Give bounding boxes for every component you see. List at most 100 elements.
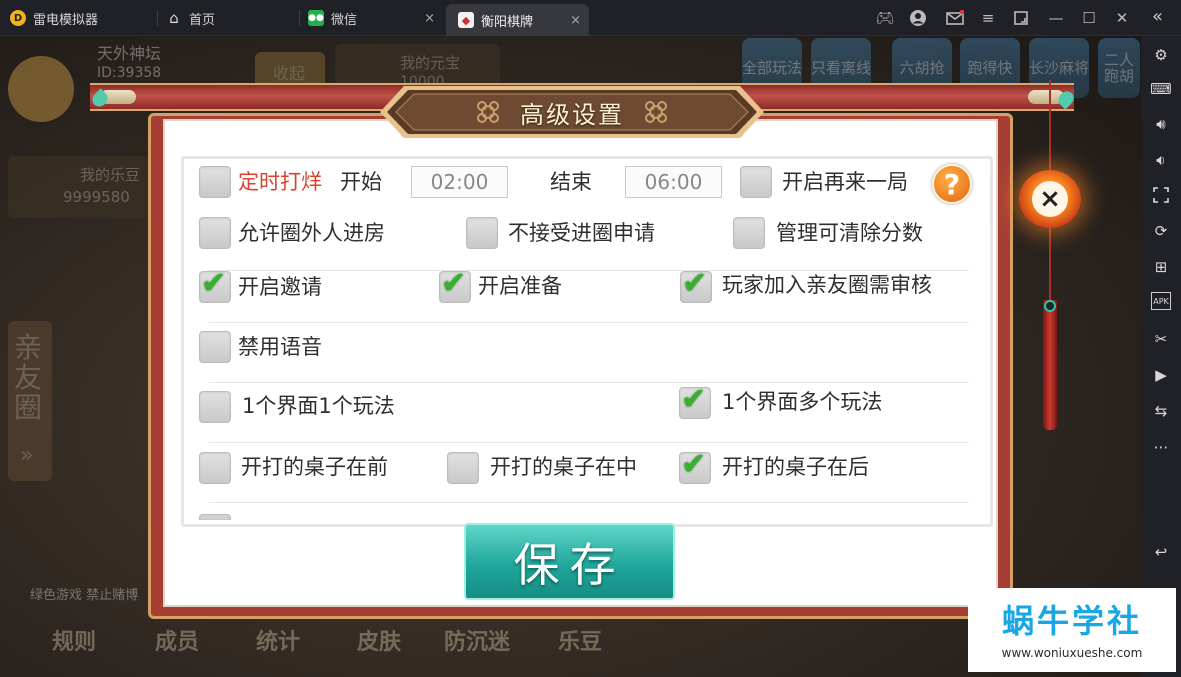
review-checkbox[interactable]: ✔ [680, 266, 712, 303]
single-mode-checkbox[interactable] [199, 391, 231, 423]
checkmark-icon: ✔ [681, 382, 707, 417]
multi-mode-checkbox[interactable]: ✔ [679, 382, 711, 419]
gamepad-icon[interactable]: 🎮︎ [875, 8, 895, 28]
divider [209, 382, 969, 383]
ledou-panel: 我的乐豆 9999580 [8, 156, 148, 218]
nav-anti-addiction: 防沉迷 [444, 630, 511, 655]
apk-icon[interactable]: APK [1151, 292, 1171, 310]
save-button[interactable]: 保存 [464, 523, 675, 600]
invite-checkbox[interactable]: ✔ [199, 266, 231, 303]
tab-label: 衡阳棋牌 [481, 14, 534, 30]
dialog-title: 高级设置 [520, 100, 624, 129]
replay-label: 开启再来一局 [782, 170, 908, 194]
close-tab-icon[interactable]: × [570, 13, 581, 28]
table-front-checkbox[interactable] [199, 452, 231, 484]
table-back-checkbox[interactable]: ✔ [679, 447, 711, 484]
tab-label: 首页 [189, 12, 216, 28]
close-tab-icon[interactable]: × [424, 11, 435, 26]
volume-up-icon[interactable]: 🔊︎ [1150, 113, 1172, 135]
lantern-tassel [1043, 300, 1057, 430]
resize-icon[interactable] [1011, 8, 1031, 28]
tab-hengyang-qipai[interactable]: ◆ 衡阳棋牌 × [446, 4, 589, 36]
multi-mode-label: 1个界面多个玩法 [722, 390, 883, 414]
start-time-input[interactable]: 02:00 [411, 166, 508, 198]
emulator-brand[interactable]: D 雷电模拟器 [10, 0, 160, 36]
timed-close-label: 定时打烊 [238, 170, 322, 194]
screenshot-icon[interactable] [1150, 184, 1172, 206]
mail-icon[interactable] [945, 8, 965, 28]
home-icon: ⌂ [169, 9, 179, 27]
tab-divider [299, 10, 300, 26]
divider [209, 322, 969, 323]
help-icon[interactable]: ? [932, 164, 972, 204]
outside-join-label: 允许圈外人进房 [238, 221, 385, 245]
video-icon[interactable]: ▶ [1150, 364, 1172, 386]
nav-rules: 规则 [52, 630, 97, 655]
keyboard-icon[interactable]: ⌨ [1150, 78, 1172, 100]
partial-checkbox[interactable] [199, 514, 231, 520]
nav-members: 成员 [155, 630, 200, 655]
nav-ledou: 乐豆 [558, 630, 603, 655]
scissors-icon[interactable]: ✂ [1150, 328, 1172, 350]
table-back-label: 开打的桌子在后 [722, 455, 869, 479]
mute-voice-checkbox[interactable] [199, 331, 231, 363]
no-apply-checkbox[interactable] [466, 217, 498, 249]
nav-stats: 统计 [256, 630, 301, 655]
single-mode-label: 1个界面1个玩法 [242, 394, 395, 418]
mute-voice-label: 禁用语音 [238, 335, 322, 359]
divider [209, 442, 969, 443]
review-label: 玩家加入亲友圈需审核 [722, 273, 932, 297]
outside-join-checkbox[interactable] [199, 217, 231, 249]
watermark-url: www.woniuxueshe.com [1001, 646, 1143, 660]
menu-icon[interactable]: ≡ [978, 8, 998, 28]
emulator-sidebar: ⚙ ⌨ 🔊︎ 🔉︎ ⟳ ⊞ APK ✂ ▶ ⇆ ⋯ ↩ [1141, 36, 1181, 677]
close-window-icon[interactable]: ✕ [1112, 8, 1132, 28]
checkmark-icon: ✔ [441, 266, 467, 301]
ready-label: 开启准备 [478, 274, 562, 298]
tab-wechat[interactable]: ●● 微信 × [308, 0, 443, 36]
filter-tab-4: 二人跑胡 [1098, 38, 1140, 98]
watermark: 蜗牛学社 www.woniuxueshe.com [968, 588, 1176, 672]
tab-home[interactable]: ⌂ 首页 [166, 0, 296, 36]
more-icon[interactable]: ⋯ [1150, 436, 1172, 458]
tab-label: 微信 [331, 12, 358, 28]
invite-label: 开启邀请 [238, 275, 322, 299]
leidian-logo-icon: D [10, 10, 26, 26]
close-icon: × [1032, 181, 1068, 217]
wechat-icon: ●● [308, 10, 324, 26]
timed-close-checkbox[interactable] [199, 166, 231, 198]
replay-checkbox[interactable] [740, 166, 772, 198]
table-middle-label: 开打的桌子在中 [490, 455, 637, 479]
admin-clear-label: 管理可清除分数 [776, 221, 923, 245]
club-side-tab: 亲友圈 » [8, 321, 52, 481]
rotate-icon[interactable]: ⟳ [1150, 220, 1172, 242]
close-button[interactable]: × [1019, 170, 1081, 228]
minimize-icon[interactable]: — [1046, 8, 1066, 28]
ready-checkbox[interactable]: ✔ [439, 266, 471, 303]
jade-bead-icon [1044, 300, 1056, 312]
collapse-sidebar-icon[interactable]: « [1152, 6, 1163, 27]
maximize-icon[interactable]: ☐ [1079, 8, 1099, 28]
add-app-icon[interactable]: ⊞ [1150, 256, 1172, 278]
club-name: 天外神坛 [97, 44, 162, 63]
back-icon[interactable]: ↩ [1150, 541, 1172, 563]
user-icon[interactable] [908, 8, 928, 28]
back-arrow-icon [8, 56, 74, 122]
table-middle-checkbox[interactable] [447, 452, 479, 484]
end-label: 结束 [550, 170, 592, 194]
end-time-input[interactable]: 06:00 [625, 166, 722, 198]
notice-text: 绿色游戏 禁止赌博 [30, 588, 139, 603]
app-icon: ◆ [458, 12, 474, 28]
checkmark-icon: ✔ [682, 266, 708, 301]
divider [209, 502, 969, 503]
checkmark-icon: ✔ [681, 447, 707, 482]
sync-icon[interactable]: ⇆ [1150, 400, 1172, 422]
volume-down-icon[interactable]: 🔉︎ [1150, 149, 1172, 171]
watermark-title: 蜗牛学社 [1001, 602, 1142, 640]
checkmark-icon: ✔ [201, 266, 227, 301]
emulator-title-bar: D 雷电模拟器 ⌂ 首页 ●● 微信 × ◆ 衡阳棋牌 × 🎮︎ ≡ — ☐ ✕… [0, 0, 1181, 36]
admin-clear-checkbox[interactable] [733, 217, 765, 249]
start-label: 开始 [340, 170, 382, 194]
settings-icon[interactable]: ⚙ [1150, 44, 1172, 66]
table-front-label: 开打的桌子在前 [241, 455, 388, 479]
